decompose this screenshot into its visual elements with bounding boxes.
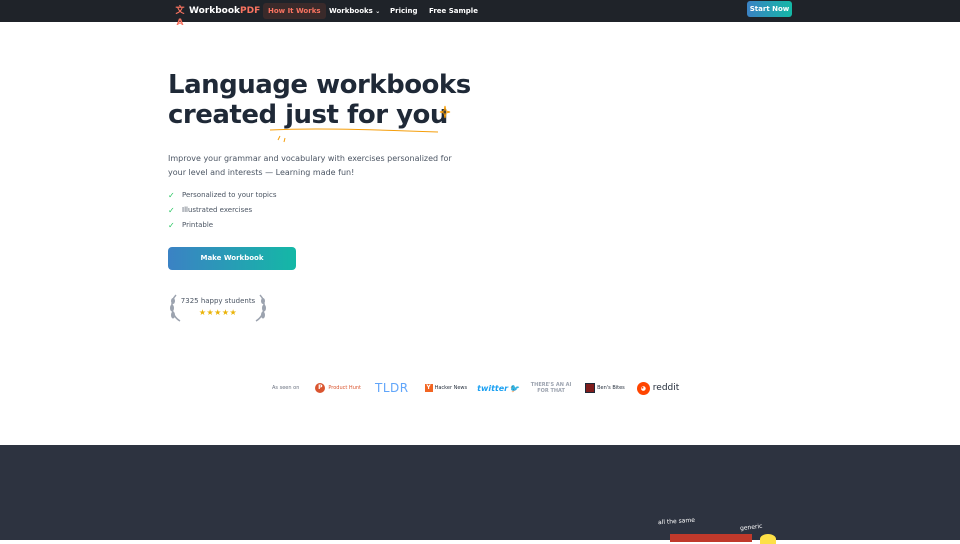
- as-seen-on-label: As seen on: [272, 385, 300, 391]
- chevron-down-icon: ⌄: [375, 8, 381, 15]
- star-rating: ★★★★★: [198, 308, 238, 317]
- reddit-logo[interactable]: ◕ reddit: [636, 380, 679, 396]
- hero-title-line1: Language workbooks: [168, 70, 471, 100]
- feature-item: ✓ Printable: [168, 218, 276, 233]
- twitter-logo[interactable]: twitter 🐦: [477, 380, 519, 396]
- nav-how-it-works[interactable]: How It Works: [263, 3, 326, 19]
- sparkle-icon: [439, 105, 451, 119]
- tldr-logo[interactable]: TLDR: [375, 380, 409, 396]
- language-logo-icon: 文A: [175, 6, 185, 28]
- reddit-icon: ◕: [636, 381, 650, 395]
- rating-text: 7325 happy students: [180, 297, 256, 305]
- top-navbar: 文A WorkbookPDF How It Works Workbooks ⌄ …: [0, 0, 960, 28]
- check-icon: ✓: [168, 221, 175, 230]
- emoji-icon: [760, 534, 776, 544]
- logo-text: WorkbookPDF: [189, 6, 261, 16]
- bird-icon: 🐦: [509, 383, 520, 393]
- start-now-button[interactable]: Start Now: [747, 1, 792, 17]
- workbookpdf-logo[interactable]: 文A WorkbookPDF: [174, 3, 261, 28]
- laurel-right-icon: [255, 294, 266, 322]
- nav-pricing[interactable]: Pricing: [385, 3, 423, 19]
- bens-bites-icon: [585, 383, 596, 393]
- hand-drawn-underline: [269, 128, 439, 143]
- rating-badge: 7325 happy students ★★★★★: [168, 293, 268, 323]
- hero-title: Language workbooks created just for you: [168, 70, 498, 130]
- product-hunt-logo[interactable]: P Product Hunt: [315, 380, 361, 396]
- product-hunt-icon: P: [315, 383, 326, 393]
- check-icon: ✓: [168, 191, 175, 200]
- highlight-box: [670, 534, 752, 542]
- feature-item: ✓ Personalized to your topics: [168, 188, 276, 203]
- nav-free-sample[interactable]: Free Sample: [424, 3, 483, 19]
- make-workbook-button[interactable]: Make Workbook: [168, 247, 296, 270]
- theres-an-ai-for-that-logo[interactable]: THERE'S AN AI FOR THAT: [529, 380, 573, 396]
- nav-workbooks[interactable]: Workbooks ⌄: [324, 3, 385, 19]
- hacker-news-icon: Y: [424, 384, 433, 392]
- feature-list: ✓ Personalized to your topics ✓ Illustrate…: [168, 188, 276, 233]
- as-seen-on-bar: As seen on P Product Hunt TLDR Y Hacker …: [272, 380, 691, 396]
- feature-item: ✓ Illustrated exercises: [168, 203, 276, 218]
- next-section: [0, 445, 960, 540]
- bens-bites-logo[interactable]: Ben's Bites: [585, 380, 625, 396]
- hero-subtitle: Improve your grammar and vocabulary with…: [168, 154, 452, 177]
- check-icon: ✓: [168, 206, 175, 215]
- hacker-news-logo[interactable]: Y Hacker News: [424, 380, 467, 396]
